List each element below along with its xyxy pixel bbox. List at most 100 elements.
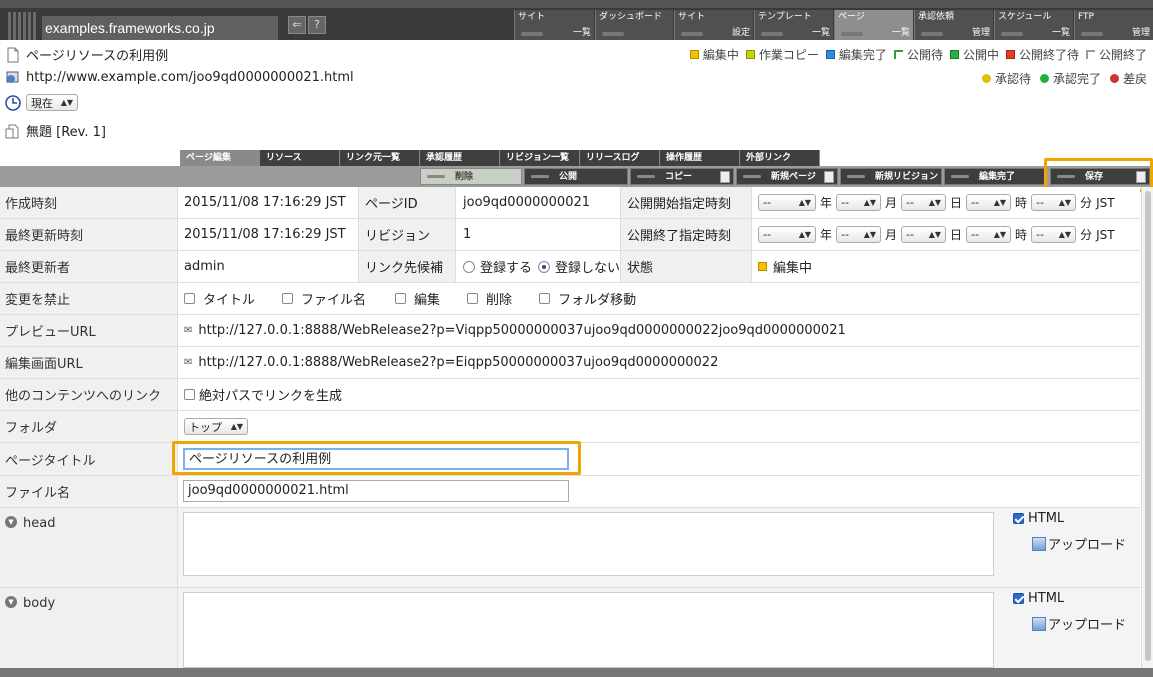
publish-start-datetime: -- ▲▼ 年 -- ▲▼ 月 -- ▲▼ 日 -- ▲▼ 時 -- ▲▼ 分 JST xyxy=(752,187,1115,218)
page-header: ページリソースの利用例 http://www.example.com/joo9q… xyxy=(0,40,1153,150)
nav-site-settings[interactable]: サイト 設定 xyxy=(674,10,753,40)
nav-template-list[interactable]: テンプレート 一覧 xyxy=(754,10,833,40)
page-title-row: ページリソースの利用例 xyxy=(5,45,168,64)
edit-url-link[interactable]: http://127.0.0.1:8888/WebRelease2?p=Eiqp… xyxy=(198,355,718,370)
body-upload-label[interactable]: アップロード xyxy=(1048,614,1126,633)
lock-delete-checkbox[interactable] xyxy=(467,293,479,304)
tab-external-link[interactable]: 外部リンク xyxy=(740,150,820,166)
approval-legend: 承認待 承認完了 差戻 xyxy=(981,70,1147,87)
absolute-path-checkbox[interactable] xyxy=(184,389,195,400)
end-hour-select[interactable]: -- ▲▼ xyxy=(966,226,1012,243)
lock-title-label[interactable]: タイトル xyxy=(203,289,255,308)
publish-end-datetime: -- ▲▼ 年 -- ▲▼ 月 -- ▲▼ 日 -- ▲▼ 時 -- ▲▼ 分 JST xyxy=(752,219,1115,250)
revision-value: 1 xyxy=(463,227,472,242)
body-html-checkbox[interactable] xyxy=(1013,593,1024,604)
end-day-select[interactable]: -- ▲▼ xyxy=(901,226,947,243)
tab-link-source[interactable]: リンク元一覧 xyxy=(340,150,420,166)
month-unit: 月 xyxy=(885,228,898,242)
lock-title-checkbox[interactable] xyxy=(184,293,195,304)
edit-done-button[interactable]: 編集完了 xyxy=(944,168,1046,185)
hour-unit: 時 xyxy=(1015,228,1028,242)
body-html-label[interactable]: HTML xyxy=(1028,591,1064,606)
nav-ftp[interactable]: FTP 管理 xyxy=(1074,10,1153,40)
radio-register-label[interactable]: 登録する xyxy=(480,257,532,276)
collapse-icon[interactable]: ▼ xyxy=(5,516,17,528)
legend-rejected: 差戻 xyxy=(1109,70,1147,87)
legend-editing: 編集中 xyxy=(689,46,739,63)
start-month-select[interactable]: -- ▲▼ xyxy=(836,194,882,211)
preview-url: ✉ http://127.0.0.1:8888/WebRelease2?p=Viq… xyxy=(178,315,846,346)
collapse-icon[interactable]: ▼ xyxy=(5,596,17,608)
end-month-select[interactable]: -- ▲▼ xyxy=(836,226,882,243)
filename-input[interactable]: joo9qd0000000021.html xyxy=(183,480,569,502)
start-hour-select[interactable]: -- ▲▼ xyxy=(966,194,1012,211)
save-icon xyxy=(1136,171,1146,183)
help-icon[interactable]: ? xyxy=(308,16,326,34)
page-title-label: ページタイトル xyxy=(0,443,178,475)
start-year-select[interactable]: -- ▲▼ xyxy=(758,194,816,211)
mail-icon[interactable]: ✉ xyxy=(184,357,192,368)
grid-logo-icon[interactable] xyxy=(8,12,36,40)
head-html-checkbox[interactable] xyxy=(1013,513,1024,524)
lock-edit-label[interactable]: 編集 xyxy=(414,289,440,308)
body-upload[interactable]: アップロード xyxy=(1032,614,1126,633)
tab-revision-list[interactable]: リビジョン一覧 xyxy=(500,150,580,166)
footer-bar xyxy=(0,668,1153,677)
head-html-label[interactable]: HTML xyxy=(1028,511,1064,526)
tab-page-edit[interactable]: ページ編集 xyxy=(180,150,260,166)
publish-button[interactable]: 公開 xyxy=(524,168,628,185)
page-icon xyxy=(7,47,19,62)
mail-icon[interactable]: ✉ xyxy=(184,325,192,336)
nav-dashboard[interactable]: ダッシュボード xyxy=(595,10,673,40)
nav-site-list[interactable]: サイト 一覧 xyxy=(514,10,594,40)
page-properties-table: 作成時刻 2015/11/08 17:16:29 JST ページID joo9q… xyxy=(0,187,1140,668)
lock-folder-move-label[interactable]: フォルダ移動 xyxy=(558,289,636,308)
site-name[interactable]: examples.frameworks.co.jp xyxy=(42,16,278,40)
nav-page-list[interactable]: ページ 一覧 xyxy=(834,10,913,40)
time-row: 現在 ▲▼ xyxy=(5,94,78,111)
preview-url-link[interactable]: http://127.0.0.1:8888/WebRelease2?p=Viqp… xyxy=(198,323,845,338)
nav-schedule[interactable]: スケジュール 一覧 xyxy=(994,10,1073,40)
page-url[interactable]: http://www.example.com/joo9qd0000000021.… xyxy=(26,70,354,85)
updown-arrow-icon: ▲▼ xyxy=(60,98,73,107)
end-minute-select[interactable]: -- ▲▼ xyxy=(1031,226,1077,243)
tab-operation-history[interactable]: 操作履歴 xyxy=(660,150,740,166)
scrollbar-thumb[interactable] xyxy=(1145,191,1151,661)
delete-button[interactable]: 削除 xyxy=(420,168,522,185)
lock-filename-checkbox[interactable] xyxy=(282,293,294,304)
page-title-input[interactable]: ページリソースの利用例 xyxy=(183,448,569,470)
end-year-select[interactable]: -- ▲▼ xyxy=(758,226,816,243)
head-upload-label[interactable]: アップロード xyxy=(1048,534,1126,553)
start-day-select[interactable]: -- ▲▼ xyxy=(901,194,947,211)
global-header: examples.frameworks.co.jp ⇐ ? サイト 一覧 ダッシュ… xyxy=(0,0,1153,40)
created-value: 2015/11/08 17:16:29 JST xyxy=(184,195,346,210)
radio-no-register[interactable] xyxy=(538,260,551,273)
state-value: 編集中 xyxy=(752,251,812,282)
time-select[interactable]: 現在 ▲▼ xyxy=(26,94,78,111)
page-id-value: joo9qd0000000021 xyxy=(463,195,591,210)
absolute-path-label[interactable]: 絶対パスでリンクを生成 xyxy=(199,385,342,404)
new-revision-button[interactable]: 新規リビジョン xyxy=(840,168,942,185)
page-title: ページリソースの利用例 xyxy=(26,49,169,64)
head-textarea[interactable] xyxy=(183,512,994,576)
head-upload[interactable]: アップロード xyxy=(1032,534,1126,553)
nav-approval[interactable]: 承認依頼 管理 xyxy=(914,10,993,40)
tab-resource[interactable]: リソース xyxy=(260,150,340,166)
folder-select[interactable]: トップ ▲▼ xyxy=(184,418,248,435)
body-textarea[interactable] xyxy=(183,592,994,668)
start-minute-select[interactable]: -- ▲▼ xyxy=(1031,194,1077,211)
lock-folder-move-checkbox[interactable] xyxy=(539,293,551,304)
logout-icon[interactable]: ⇐ xyxy=(288,16,306,34)
edit-url: ✉ http://127.0.0.1:8888/WebRelease2?p=Eiq… xyxy=(178,347,718,378)
tab-release-log[interactable]: リリースログ xyxy=(580,150,660,166)
lock-edit-checkbox[interactable] xyxy=(395,293,407,304)
tab-approval-history[interactable]: 承認履歴 xyxy=(420,150,500,166)
save-button[interactable]: 保存 xyxy=(1050,168,1150,185)
lock-filename-label[interactable]: ファイル名 xyxy=(301,289,366,308)
vertical-scrollbar[interactable] xyxy=(1141,187,1153,668)
new-page-button[interactable]: 新規ページ xyxy=(736,168,838,185)
copy-button[interactable]: コピー xyxy=(630,168,734,185)
radio-no-register-label[interactable]: 登録しない xyxy=(555,257,620,276)
radio-register[interactable] xyxy=(463,260,475,273)
lock-delete-label[interactable]: 削除 xyxy=(486,289,512,308)
